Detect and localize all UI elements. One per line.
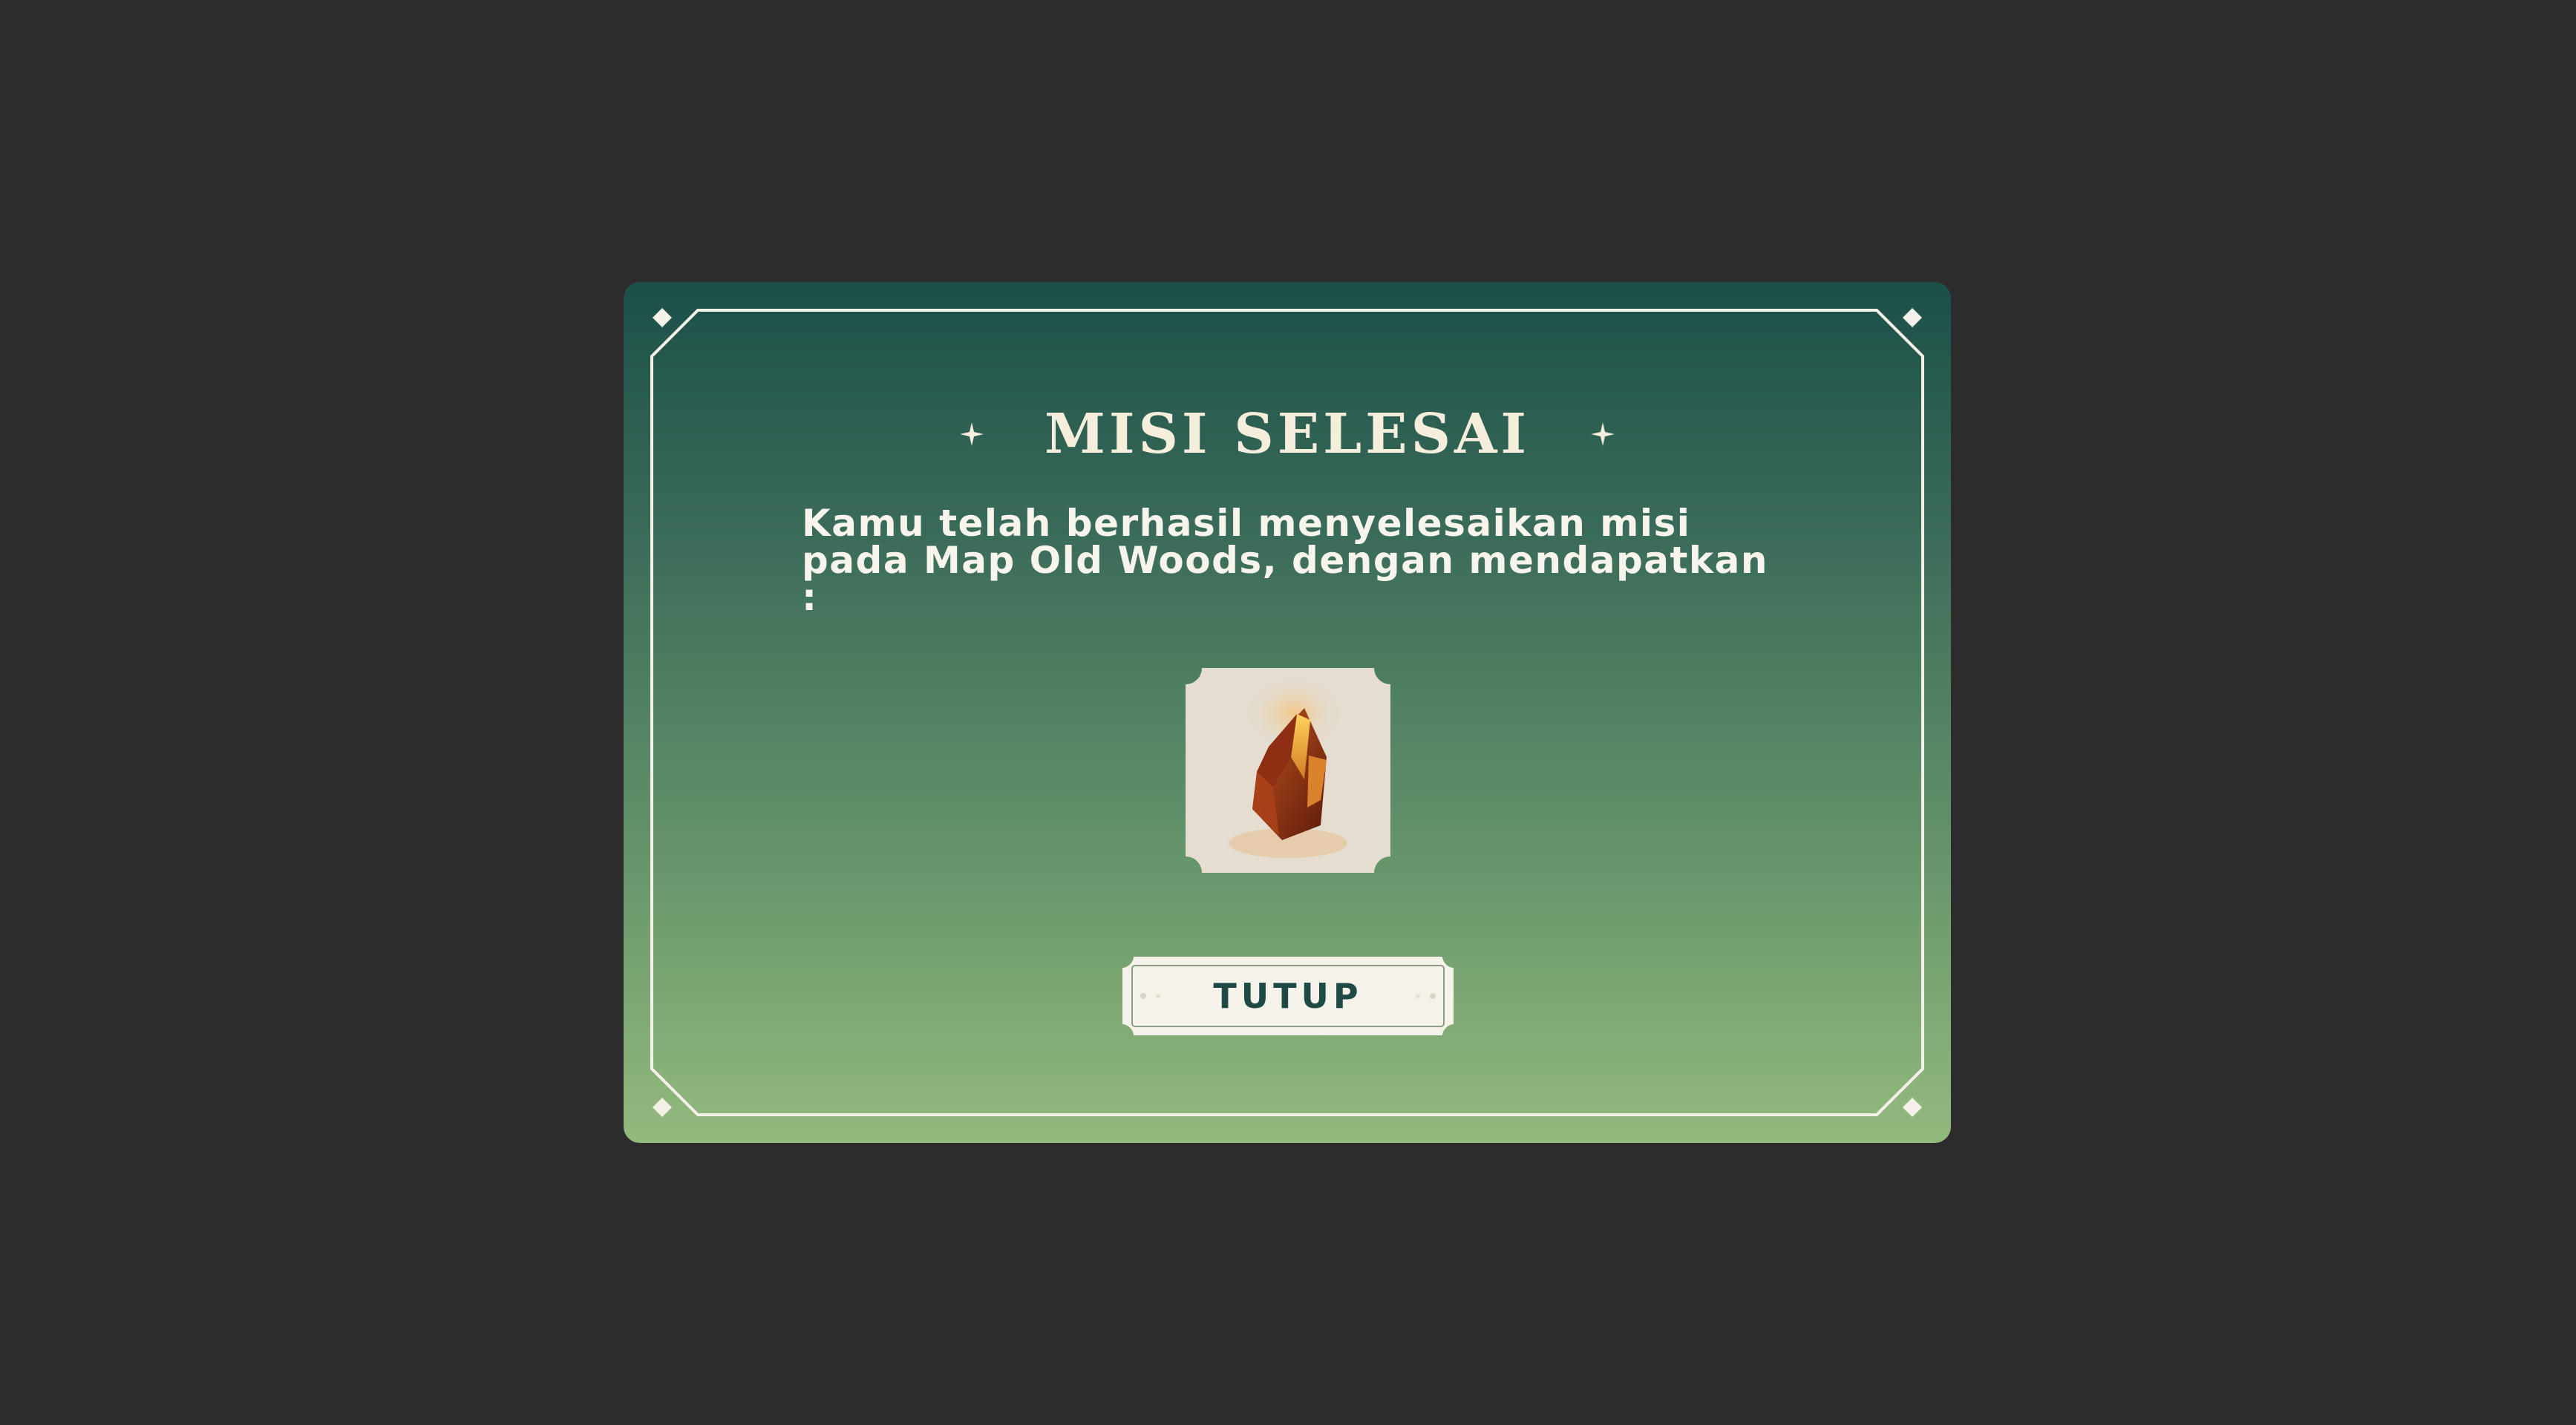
corner-diamond-icon (653, 1098, 672, 1117)
close-button[interactable]: TUTUP (1121, 955, 1455, 1037)
title-row: MISI SELESAI (624, 393, 1951, 475)
sparkle-icon (959, 422, 984, 446)
sparkle-icon (1591, 422, 1615, 446)
corner-diamond-icon (653, 308, 672, 327)
amber-crystal-icon (1186, 668, 1390, 873)
dialog-message: Kamu telah berhasil menyelesaikan misi p… (802, 502, 1769, 619)
close-button-label: TUTUP (1213, 976, 1363, 1016)
reward-item[interactable] (1186, 668, 1390, 873)
corner-diamond-icon (1903, 308, 1922, 327)
corner-diamond-icon (1903, 1098, 1922, 1117)
dialog-title: MISI SELESAI (1044, 402, 1531, 466)
game-screen: MISI SELESAI Kamu telah berhasil menyele… (0, 0, 2576, 1425)
mission-complete-dialog: MISI SELESAI Kamu telah berhasil menyele… (624, 282, 1951, 1143)
